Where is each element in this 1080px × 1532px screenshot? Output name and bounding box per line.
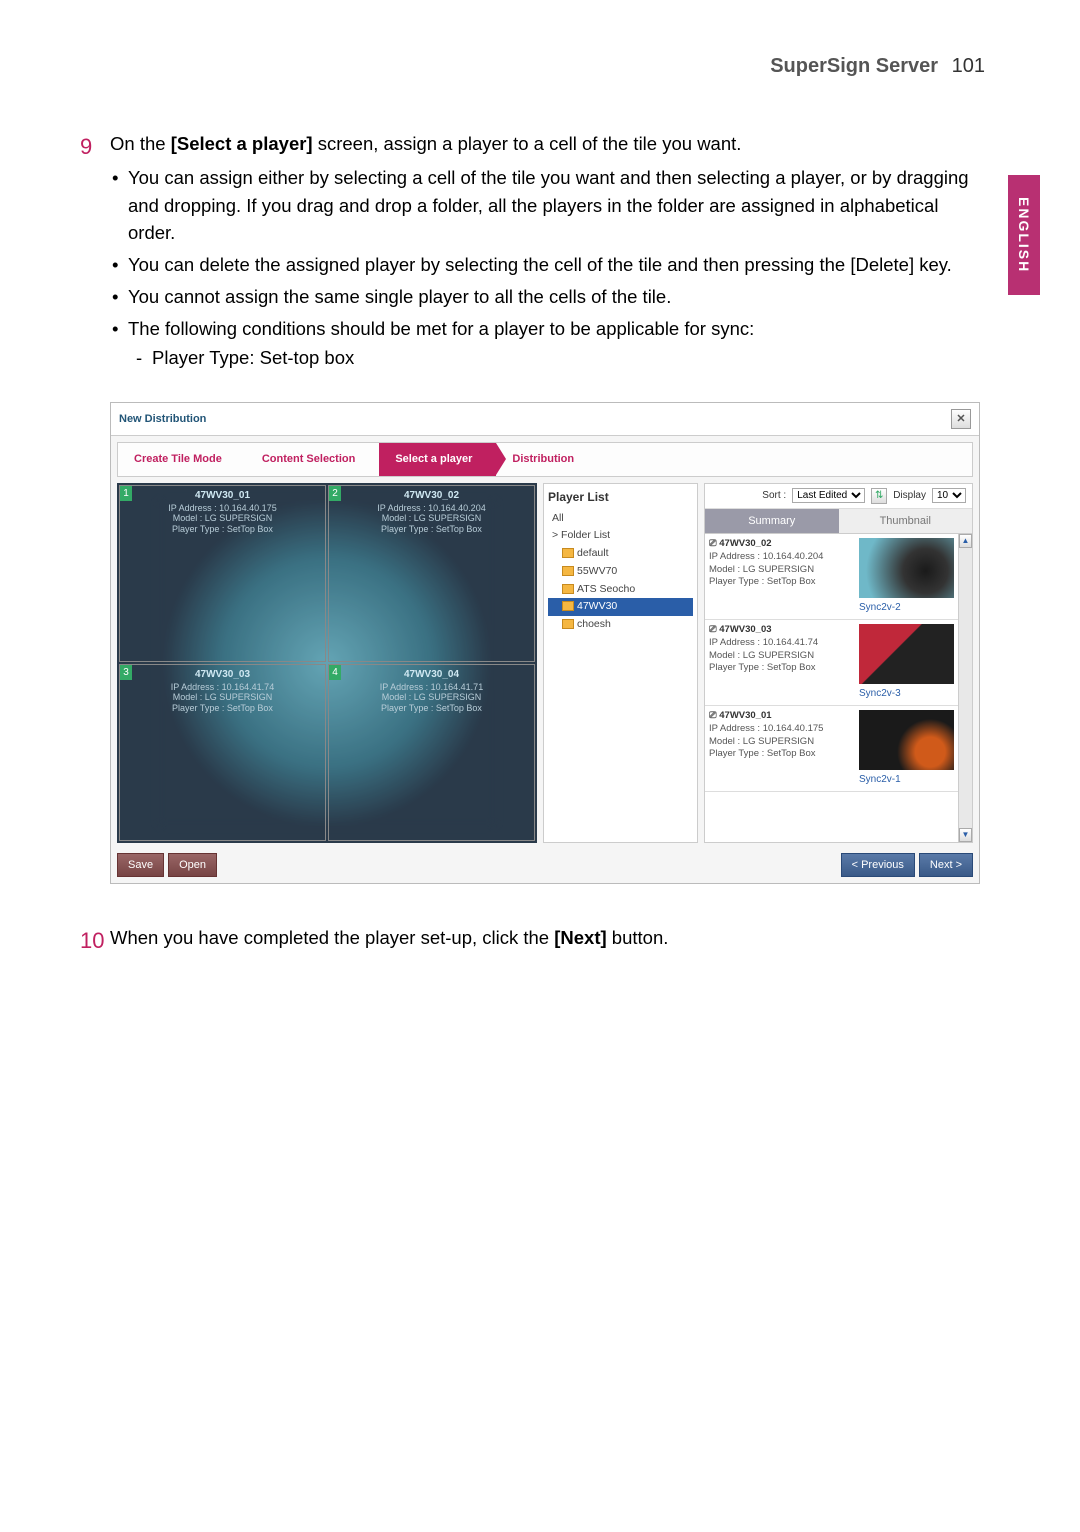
- display-select[interactable]: 10: [932, 488, 966, 503]
- step-body: When you have completed the player set-u…: [110, 924, 985, 957]
- sort-order-icon[interactable]: ⇅: [871, 488, 887, 504]
- wizard-step-player[interactable]: Select a player: [379, 443, 496, 476]
- result-row[interactable]: 47WV30_01 IP Address : 10.164.40.175 Mod…: [705, 706, 958, 792]
- tree-all[interactable]: All: [548, 510, 693, 528]
- wizard-step-content[interactable]: Content Selection: [246, 443, 380, 476]
- close-icon[interactable]: ✕: [951, 409, 971, 429]
- scroll-up-icon[interactable]: ▲: [959, 534, 972, 548]
- step9-bullet-3: You cannot assign the same single player…: [110, 283, 985, 311]
- dialog-footer: Save Open < Previous Next >: [111, 849, 979, 884]
- tile-cell-1[interactable]: 1 47WV30_01 IP Address : 10.164.40.175 M…: [119, 485, 326, 662]
- step9-bullet-4: The following conditions should be met f…: [110, 315, 985, 373]
- tab-summary[interactable]: Summary: [705, 509, 839, 534]
- wizard-steps: Create Tile Mode Content Selection Selec…: [117, 442, 973, 477]
- page-header: SuperSign Server 101: [770, 55, 985, 78]
- thumbnail-caption: Sync2v-3: [859, 686, 954, 701]
- result-row[interactable]: 47WV30_03 IP Address : 10.164.41.74 Mode…: [705, 620, 958, 706]
- header-title: SuperSign Server: [770, 55, 938, 77]
- previous-button[interactable]: < Previous: [841, 853, 915, 878]
- content-area: 9 On the [Select a player] screen, assig…: [80, 130, 985, 967]
- player-list-panel: Player List All > Folder List default 55…: [543, 483, 698, 843]
- step-9: 9 On the [Select a player] screen, assig…: [80, 130, 985, 914]
- tile-grid[interactable]: 1 47WV30_01 IP Address : 10.164.40.175 M…: [117, 483, 537, 843]
- tab-thumbnail[interactable]: Thumbnail: [839, 509, 973, 534]
- tree-item-default[interactable]: default: [548, 545, 693, 563]
- dialog-titlebar: New Distribution ✕: [111, 403, 979, 436]
- step-body: On the [Select a player] screen, assign …: [110, 130, 985, 914]
- player-tree: All > Folder List default 55WV70 ATS Seo…: [548, 510, 693, 634]
- result-tabs: Summary Thumbnail: [705, 509, 972, 535]
- scroll-down-icon[interactable]: ▼: [959, 828, 972, 842]
- sort-label: Sort :: [762, 488, 786, 503]
- tree-item-choesh[interactable]: choesh: [548, 616, 693, 634]
- step9-lead-before: On the: [110, 133, 171, 154]
- dialog-title: New Distribution: [119, 411, 206, 428]
- thumbnail-caption: Sync2v-2: [859, 600, 954, 615]
- page-number: 101: [952, 55, 985, 77]
- thumbnail-image: [859, 624, 954, 684]
- tile-cell-4[interactable]: 4 47WV30_04 IP Address : 10.164.41.71 Mo…: [328, 664, 535, 841]
- wizard-step-distribution[interactable]: Distribution: [496, 443, 598, 476]
- dialog-body: 1 47WV30_01 IP Address : 10.164.40.175 M…: [111, 483, 979, 849]
- scrollbar[interactable]: ▲ ▼: [958, 534, 972, 842]
- result-row[interactable]: 47WV30_02 IP Address : 10.164.40.204 Mod…: [705, 534, 958, 620]
- result-toolbar: Sort : Last Edited ⇅ Display 10: [705, 484, 972, 509]
- thumbnail-image: [859, 538, 954, 598]
- language-tab: ENGLISH: [1008, 175, 1040, 295]
- open-button[interactable]: Open: [168, 853, 217, 878]
- player-list-title: Player List: [548, 488, 693, 506]
- tree-folderlist[interactable]: > Folder List: [548, 527, 693, 545]
- next-button[interactable]: Next >: [919, 853, 973, 878]
- step10-lead-bold: [Next]: [554, 927, 606, 948]
- wizard-step-create[interactable]: Create Tile Mode: [118, 443, 246, 476]
- result-pane: Sort : Last Edited ⇅ Display 10 Summary …: [704, 483, 973, 843]
- sort-select[interactable]: Last Edited: [792, 488, 865, 503]
- thumbnail-image: [859, 710, 954, 770]
- tile-cell-2[interactable]: 2 47WV30_02 IP Address : 10.164.40.204 M…: [328, 485, 535, 662]
- step9-sub-1: Player Type: Set-top box: [128, 344, 985, 372]
- step10-lead-before: When you have completed the player set-u…: [110, 927, 554, 948]
- step-10: 10 When you have completed the player se…: [80, 924, 985, 957]
- tree-item-55wv70[interactable]: 55WV70: [548, 563, 693, 581]
- step-number: 10: [80, 924, 110, 957]
- step-number: 9: [80, 130, 110, 914]
- save-button[interactable]: Save: [117, 853, 164, 878]
- step9-lead-bold: [Select a player]: [171, 133, 313, 154]
- step9-bullets: You can assign either by selecting a cel…: [110, 164, 985, 372]
- step9-lead-after: screen, assign a player to a cell of the…: [313, 133, 742, 154]
- tile-cell-3[interactable]: 3 47WV30_03 IP Address : 10.164.41.74 Mo…: [119, 664, 326, 841]
- result-list: 47WV30_02 IP Address : 10.164.40.204 Mod…: [705, 534, 972, 842]
- step9-bullet-2: You can delete the assigned player by se…: [110, 251, 985, 279]
- thumbnail-caption: Sync2v-1: [859, 772, 954, 787]
- display-label: Display: [893, 488, 926, 503]
- tree-item-atsseocho[interactable]: ATS Seocho: [548, 581, 693, 599]
- step9-bullet-1: You can assign either by selecting a cel…: [110, 164, 985, 247]
- step9-sub: Player Type: Set-top box: [128, 344, 985, 372]
- step10-lead-after: button.: [607, 927, 669, 948]
- screenshot: New Distribution ✕ Create Tile Mode Cont…: [110, 402, 980, 884]
- tree-item-47wv30[interactable]: 47WV30: [548, 598, 693, 616]
